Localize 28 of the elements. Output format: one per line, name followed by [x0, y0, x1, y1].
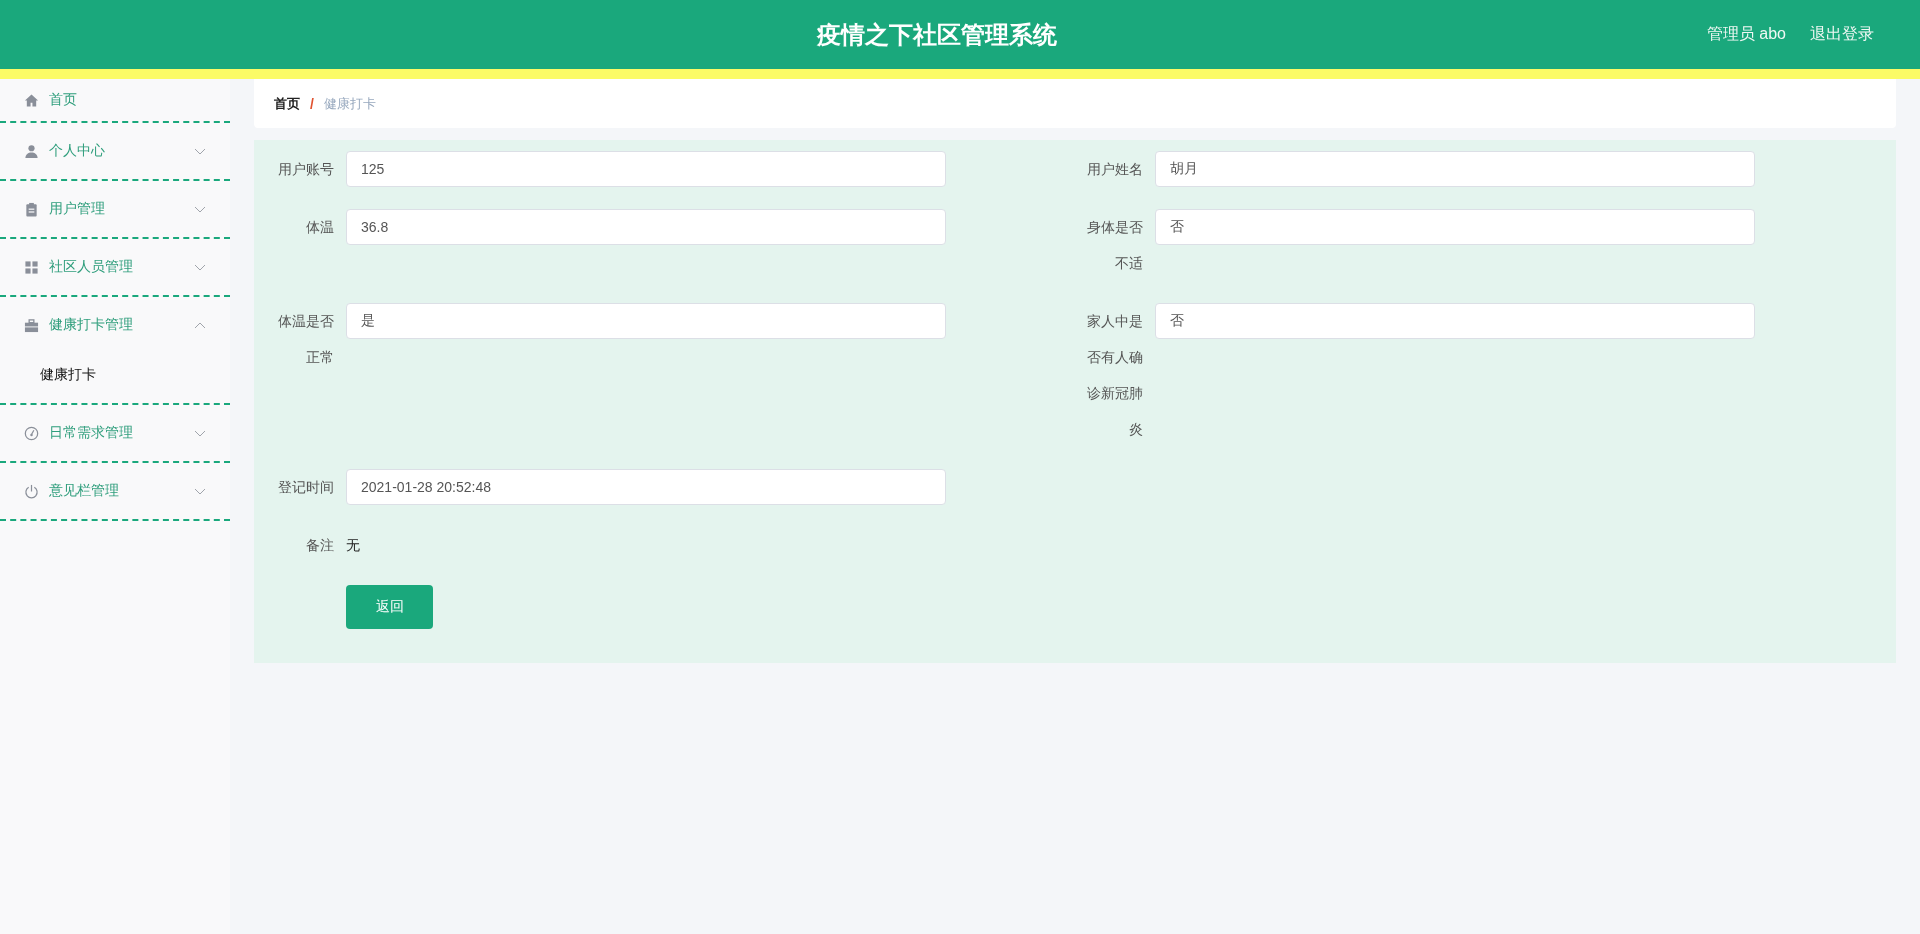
input-field[interactable]: 胡月	[1155, 151, 1755, 187]
input-field[interactable]: 36.8	[346, 209, 946, 245]
field-label: 体温	[305, 218, 335, 237]
breadcrumb-link[interactable]: 首页	[274, 94, 300, 113]
field-label: 体温是否正常	[277, 312, 335, 367]
admin-name: 管理员 abo	[1706, 24, 1786, 44]
home-icon	[24, 92, 39, 108]
input-field[interactable]: 否	[1155, 209, 1755, 245]
app-title: 疫情之下社区管理系统	[817, 19, 1057, 50]
user-icon	[24, 143, 39, 159]
input-field[interactable]: 2021-01-28 20:52:48	[346, 469, 946, 505]
sidebar-subitem[interactable]: 健康打卡	[0, 353, 230, 403]
input-field[interactable]: 是	[346, 303, 946, 339]
field-label: 用户账号	[277, 160, 335, 179]
field-value: 无	[346, 536, 360, 555]
input-field[interactable]: 125	[346, 151, 946, 187]
breadcrumb-separator: /	[310, 95, 314, 112]
field-label: 家人中是否有人确诊新冠肺炎	[1086, 312, 1144, 439]
briefcase-icon	[24, 317, 39, 333]
input-field[interactable]: 否	[1155, 303, 1755, 339]
clipboard-icon	[24, 201, 39, 217]
gauge-icon	[24, 425, 39, 441]
field-label: 备注	[305, 536, 335, 555]
field-label: 用户姓名	[1086, 160, 1144, 179]
field-label: 登记时间	[277, 478, 335, 497]
field-label: 身体是否不适	[1086, 218, 1144, 273]
grid-icon	[24, 259, 39, 275]
power-icon	[24, 483, 39, 499]
